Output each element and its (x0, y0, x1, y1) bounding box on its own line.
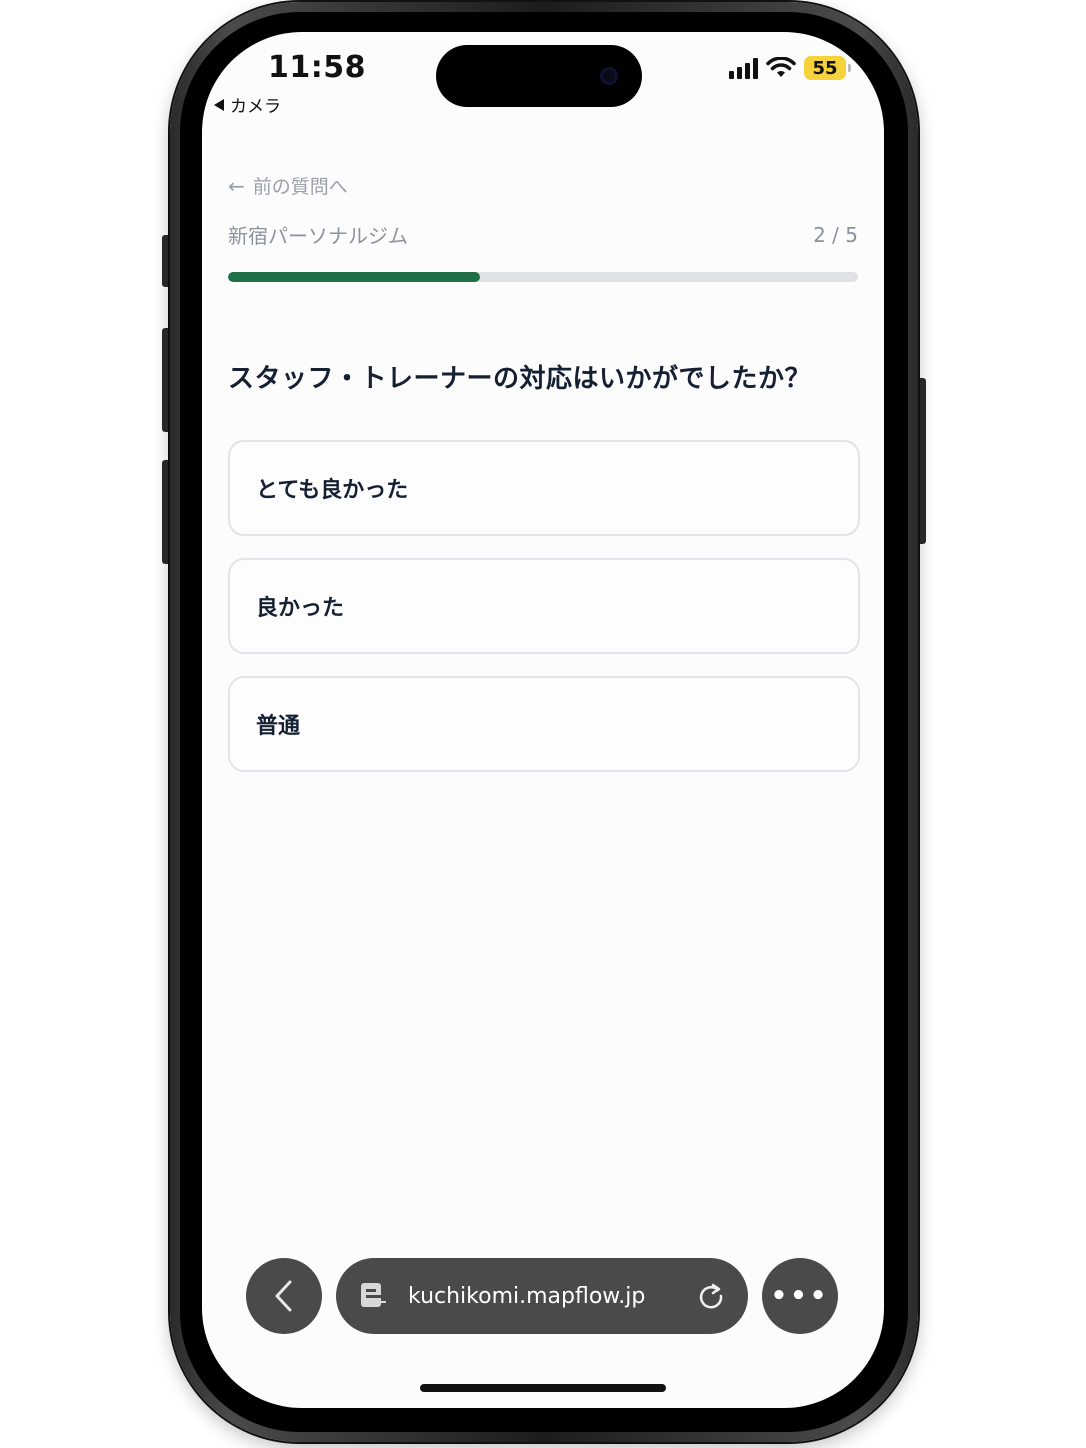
status-time: 11:58 (268, 50, 366, 85)
camera-icon (600, 67, 618, 85)
progress-fill (228, 272, 480, 282)
answer-option[interactable]: 普通 (228, 676, 860, 772)
shop-name: 新宿パーソナルジム (228, 224, 408, 248)
reload-icon[interactable] (696, 1281, 726, 1311)
answer-option[interactable]: とても良かった (228, 440, 860, 536)
wifi-icon (766, 57, 796, 77)
address-bar[interactable]: kuchikomi.mapflow.jp (336, 1258, 748, 1334)
answer-option-label: 良かった (256, 596, 345, 621)
browser-back-button[interactable] (246, 1258, 322, 1334)
answer-option[interactable]: 良かった (228, 558, 860, 654)
chevron-left-icon (275, 1280, 292, 1312)
phone-screen: 11:58 カメラ 55 ← 前の質問へ 新宿パーソナルジム 2 / 5 スタッ… (202, 32, 884, 1408)
back-triangle-icon (214, 98, 224, 111)
previous-question-label: 前の質問へ (252, 176, 348, 198)
question-title: スタッフ・トレーナーの対応はいかがでしたか？ (228, 364, 812, 394)
dynamic-island (436, 45, 642, 107)
step-counter: 2 / 5 (813, 222, 858, 247)
device-stage: 11:58 カメラ 55 ← 前の質問へ 新宿パーソナルジム 2 / 5 スタッ… (0, 0, 1086, 1448)
status-icons: 55 (729, 56, 851, 80)
url-text: kuchikomi.mapflow.jp (408, 1283, 646, 1309)
more-menu-button[interactable]: ••• (762, 1258, 838, 1334)
survey-header: 新宿パーソナルジム 2 / 5 (228, 220, 858, 249)
battery-icon: 55 (804, 56, 851, 80)
site-settings-icon (361, 1283, 386, 1307)
answer-option-label: とても良かった (256, 478, 409, 503)
previous-question-link[interactable]: ← 前の質問へ (228, 172, 348, 199)
home-indicator[interactable] (420, 1384, 666, 1392)
back-to-app-link[interactable]: カメラ (214, 92, 281, 117)
progress-bar (228, 272, 858, 282)
back-app-label: カメラ (230, 97, 281, 117)
signal-icon (729, 57, 758, 79)
answer-option-label: 普通 (256, 714, 301, 739)
arrow-left-icon: ← (228, 173, 245, 198)
answer-options: とても良かった 良かった 普通 (228, 440, 860, 794)
